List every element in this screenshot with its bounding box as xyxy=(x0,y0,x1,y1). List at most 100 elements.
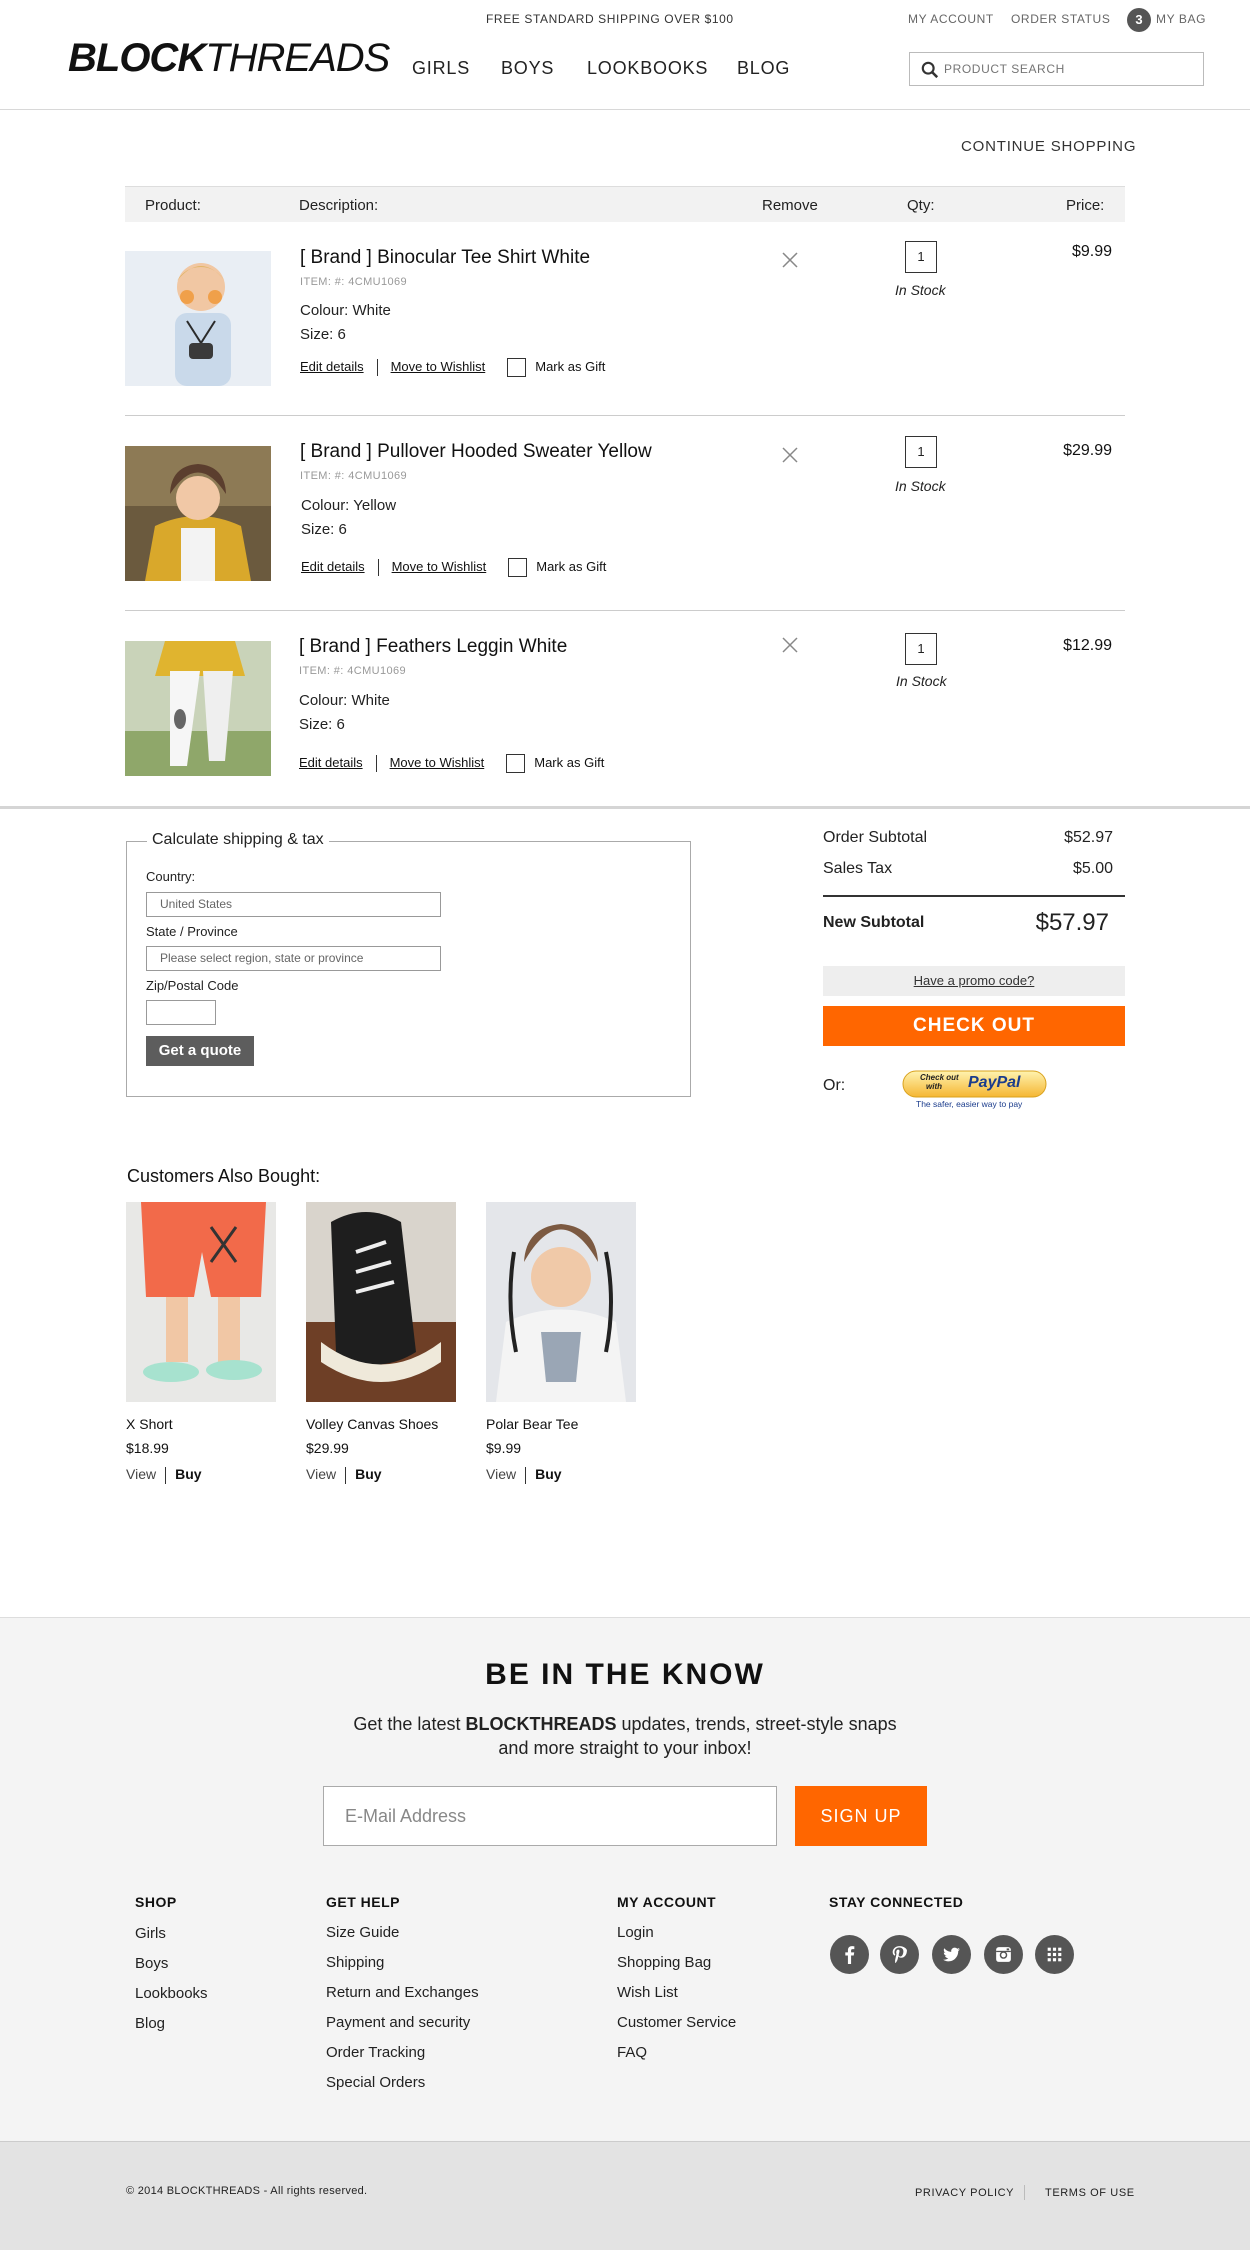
sales-tax-row: Sales Tax $5.00 xyxy=(823,860,1113,878)
item-name[interactable]: [ Brand ] Pullover Hooded Sweater Yellow xyxy=(300,441,652,463)
nav-boys[interactable]: BOYS xyxy=(501,58,554,79)
continue-shopping-link[interactable]: CONTINUE SHOPPING xyxy=(961,138,1136,155)
header-description: Description: xyxy=(299,197,379,214)
summary-divider xyxy=(823,895,1125,897)
quantity-field[interactable]: 1 xyxy=(905,436,937,468)
bag-count-badge[interactable]: 3 xyxy=(1127,8,1151,32)
twitter-icon[interactable] xyxy=(932,1935,971,1974)
also-bought-name[interactable]: Volley Canvas Shoes xyxy=(306,1416,438,1432)
edit-details-link[interactable]: Edit details xyxy=(301,559,365,574)
mark-as-gift-checkbox[interactable] xyxy=(508,558,528,577)
product-image-binocular-tee[interactable] xyxy=(125,251,271,386)
item-actions: Edit details Move to Wishlist Mark as Gift xyxy=(301,558,606,577)
footer-link-girls[interactable]: Girls xyxy=(135,1925,166,1942)
remove-item-icon[interactable] xyxy=(780,250,800,270)
item-sku: ITEM: #: 4CMU1069 xyxy=(300,276,408,288)
nav-girls[interactable]: GIRLS xyxy=(412,58,470,79)
product-image-hooded-sweater[interactable] xyxy=(125,446,271,581)
site-header: FREE STANDARD SHIPPING OVER $100 BLOCKTH… xyxy=(0,0,1250,110)
footer-link-lookbooks[interactable]: Lookbooks xyxy=(135,1985,208,2002)
country-select[interactable]: United States xyxy=(146,892,441,917)
state-label: State / Province xyxy=(146,924,238,939)
grid-icon[interactable] xyxy=(1035,1935,1074,1974)
item-size: Size: 6 xyxy=(299,716,345,733)
remove-item-icon[interactable] xyxy=(780,445,800,465)
item-sku: ITEM: #: 4CMU1069 xyxy=(299,665,407,677)
buy-link[interactable]: Buy xyxy=(535,1466,561,1482)
mark-as-gift-checkbox[interactable] xyxy=(506,754,526,773)
item-colour: Colour: Yellow xyxy=(301,497,397,514)
edit-details-link[interactable]: Edit details xyxy=(299,755,363,770)
footer-link-order-tracking[interactable]: Order Tracking xyxy=(326,2044,425,2061)
footer-link-shipping[interactable]: Shipping xyxy=(326,1954,384,1971)
get-quote-button[interactable]: Get a quote xyxy=(146,1036,254,1066)
mark-as-gift-label: Mark as Gift xyxy=(536,558,607,574)
footer-link-payment[interactable]: Payment and security xyxy=(326,2014,470,2031)
product-image-feathers-leggin[interactable] xyxy=(125,641,271,776)
newsletter-email-input[interactable]: E-Mail Address xyxy=(323,1786,777,1846)
state-select[interactable]: Please select region, state or province xyxy=(146,946,441,971)
footer-link-customer-service[interactable]: Customer Service xyxy=(617,2014,736,2031)
paypal-checkout-button[interactable]: Check out with PayPal The safer, easier w… xyxy=(902,1070,1047,1112)
or-label: Or: xyxy=(823,1077,846,1094)
item-name[interactable]: [ Brand ] Feathers Leggin White xyxy=(299,636,567,658)
quantity-field[interactable]: 1 xyxy=(905,633,937,665)
product-image-x-short[interactable] xyxy=(126,1202,276,1402)
search-input[interactable] xyxy=(944,53,1194,85)
footer-link-login[interactable]: Login xyxy=(617,1924,654,1941)
footer-link-wish-list[interactable]: Wish List xyxy=(617,1984,678,2001)
promo-code-link[interactable]: Have a promo code? xyxy=(823,966,1125,996)
my-account-link[interactable]: MY ACCOUNT xyxy=(908,12,994,26)
also-bought-name[interactable]: Polar Bear Tee xyxy=(486,1416,578,1432)
nav-lookbooks[interactable]: LOOKBOOKS xyxy=(587,58,708,79)
privacy-policy-link[interactable]: PRIVACY POLICY xyxy=(915,2187,1014,2199)
tax-value: $5.00 xyxy=(1072,860,1113,877)
move-to-wishlist-link[interactable]: Move to Wishlist xyxy=(392,559,487,574)
item-colour: Colour: White xyxy=(300,302,391,319)
country-label: Country: xyxy=(146,869,196,884)
move-to-wishlist-link[interactable]: Move to Wishlist xyxy=(390,755,485,770)
instagram-icon[interactable] xyxy=(984,1935,1023,1974)
remove-item-icon[interactable] xyxy=(780,635,800,655)
search-icon[interactable] xyxy=(921,61,939,79)
item-size: Size: 6 xyxy=(301,521,347,538)
footer-link-returns[interactable]: Return and Exchanges xyxy=(326,1984,479,2001)
header-qty: Qty: xyxy=(907,197,935,214)
header-price: Price: xyxy=(1066,197,1105,214)
edit-details-link[interactable]: Edit details xyxy=(300,359,364,374)
item-name[interactable]: [ Brand ] Binocular Tee Shirt White xyxy=(300,247,590,269)
pinterest-icon[interactable] xyxy=(880,1935,919,1974)
buy-link[interactable]: Buy xyxy=(175,1466,201,1482)
nav-blog[interactable]: BLOG xyxy=(737,58,790,79)
facebook-icon[interactable] xyxy=(830,1935,869,1974)
stock-status: In Stock xyxy=(895,478,946,494)
product-image-volley-shoes[interactable] xyxy=(306,1202,456,1402)
zip-input[interactable] xyxy=(146,1000,216,1025)
also-bought-card: Polar Bear Tee $9.99 View Buy xyxy=(486,1202,638,1484)
divider xyxy=(376,359,378,376)
footer-link-boys[interactable]: Boys xyxy=(135,1955,168,1972)
move-to-wishlist-link[interactable]: Move to Wishlist xyxy=(391,359,486,374)
order-status-link[interactable]: ORDER STATUS xyxy=(1011,12,1110,26)
sign-up-button[interactable]: SIGN UP xyxy=(795,1786,927,1846)
site-logo[interactable]: BLOCKTHREADS xyxy=(68,36,390,81)
view-link[interactable]: View xyxy=(486,1466,516,1482)
footer-link-shopping-bag[interactable]: Shopping Bag xyxy=(617,1954,711,1971)
view-link[interactable]: View xyxy=(306,1466,336,1482)
footer-link-faq[interactable]: FAQ xyxy=(617,2044,647,2061)
also-bought-name[interactable]: X Short xyxy=(126,1416,173,1432)
quantity-field[interactable]: 1 xyxy=(905,241,937,273)
product-search-box[interactable] xyxy=(909,52,1204,86)
mark-as-gift-checkbox[interactable] xyxy=(507,358,527,377)
footer-link-size-guide[interactable]: Size Guide xyxy=(326,1924,399,1941)
terms-of-use-link[interactable]: TERMS OF USE xyxy=(1045,2187,1135,2199)
my-bag-link[interactable]: MY BAG xyxy=(1156,12,1206,26)
footer-bottom-bar: © 2014 BLOCKTHREADS - All rights reserve… xyxy=(0,2141,1250,2250)
footer-link-blog[interactable]: Blog xyxy=(135,2015,165,2032)
product-image-polar-bear-tee[interactable] xyxy=(486,1202,636,1402)
footer-link-special-orders[interactable]: Special Orders xyxy=(326,2074,425,2091)
view-link[interactable]: View xyxy=(126,1466,156,1482)
buy-link[interactable]: Buy xyxy=(355,1466,381,1482)
order-subtotal-row: Order Subtotal $52.97 xyxy=(823,829,1113,847)
checkout-button[interactable]: CHECK OUT xyxy=(823,1006,1125,1046)
